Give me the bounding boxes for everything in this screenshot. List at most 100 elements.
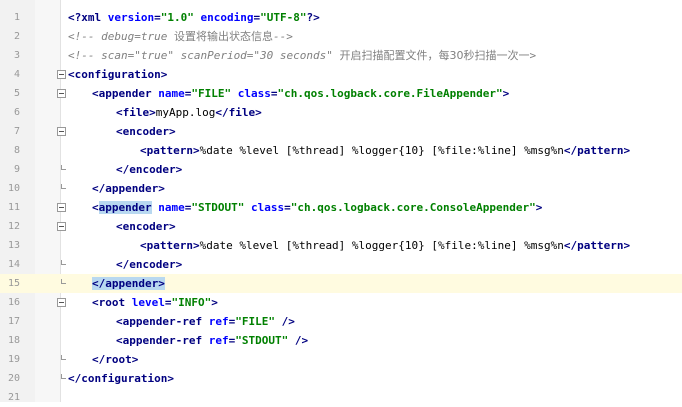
code-text[interactable]: <appender-ref ref="STDOUT" /> <box>116 331 308 350</box>
code-token: <!-- debug=true <box>68 30 174 43</box>
code-line[interactable]: 5 <appender name="FILE" class="ch.qos.log… <box>0 84 682 103</box>
code-token: %date %level [%thread] %logger{10} [%fil… <box>199 239 564 252</box>
fold-end-icon <box>57 279 66 288</box>
code-text[interactable]: <appender name="STDOUT" class="ch.qos.lo… <box>92 198 542 217</box>
code-token: /> <box>288 334 309 347</box>
code-text[interactable]: <root level="INFO"> <box>92 293 218 312</box>
code-line[interactable]: 6 <file>myApp.log</file> <box>0 103 682 122</box>
code-editor[interactable]: 1 <?xml version="1.0" encoding="UTF-8"?> 2… <box>0 0 682 403</box>
code-token: "STDOUT" <box>235 334 289 347</box>
code-text[interactable]: <encoder> <box>116 122 176 141</box>
code-token: </appender> <box>92 277 165 290</box>
line-number: 11 <box>7 202 20 213</box>
code-line[interactable]: 7 <encoder> <box>0 122 682 141</box>
code-token: /> <box>274 315 295 328</box>
code-token: "INFO" <box>171 296 212 309</box>
code-line[interactable]: 21 <box>0 388 682 407</box>
line-number: 17 <box>7 316 20 327</box>
fold-toggle-icon[interactable] <box>57 89 66 98</box>
fold-toggle-icon[interactable] <box>57 70 66 79</box>
line-number: 2 <box>13 31 20 42</box>
code-text[interactable]: <pattern>%date %level [%thread] %logger{… <box>140 141 630 160</box>
code-token: > <box>529 49 537 62</box>
code-token: --> <box>272 30 293 43</box>
code-token: ref <box>208 315 229 328</box>
code-token: > <box>502 87 510 100</box>
code-token: <appender <box>92 87 159 100</box>
code-text[interactable]: <!-- debug=true 设置将输出状态信息--> <box>68 27 293 46</box>
code-text[interactable]: <pattern>%date %level [%thread] %logger{… <box>140 236 630 255</box>
code-line[interactable]: 3 <!-- scan="true" scanPeriod="30 seconds… <box>0 46 682 65</box>
code-token: </appender> <box>92 182 165 195</box>
line-number: 1 <box>13 12 20 23</box>
code-line[interactable]: 15 </appender> <box>0 274 682 293</box>
code-token: <pattern> <box>140 239 200 252</box>
code-text[interactable]: <appender-ref ref="FILE" /> <box>116 312 295 331</box>
code-token: ?xml <box>74 11 108 24</box>
code-token: <configuration> <box>68 68 168 81</box>
fold-end-icon <box>57 355 66 364</box>
code-token: myApp.log <box>155 106 216 119</box>
code-line[interactable]: 20 </configuration> <box>0 369 682 388</box>
code-text[interactable]: </appender> <box>92 274 165 293</box>
code-token: > <box>211 296 218 309</box>
code-token: %date %level [%thread] %logger{10} [%fil… <box>199 144 564 157</box>
line-number: 15 <box>7 278 20 289</box>
code-token: "1.0" <box>160 11 194 24</box>
code-text[interactable]: </configuration> <box>68 369 174 388</box>
code-token: encoding <box>193 11 254 24</box>
line-number: 13 <box>7 240 20 251</box>
code-text[interactable]: <file>myApp.log</file> <box>116 103 262 122</box>
line-number: 6 <box>13 107 20 118</box>
code-text[interactable]: </root> <box>92 350 138 369</box>
line-number: 10 <box>7 183 20 194</box>
line-number: 20 <box>7 373 20 384</box>
fold-end-icon <box>57 184 66 193</box>
code-token: </encoder> <box>116 163 183 176</box>
line-number: 4 <box>13 69 20 80</box>
code-text[interactable]: <configuration> <box>68 65 167 84</box>
code-text[interactable]: <?xml version="1.0" encoding="UTF-8"?> <box>68 8 320 27</box>
fold-toggle-icon[interactable] <box>57 127 66 136</box>
code-token: > <box>313 11 320 24</box>
code-token: version <box>107 11 155 24</box>
code-token: </root> <box>92 353 139 366</box>
line-number: 14 <box>7 259 20 270</box>
fold-toggle-icon[interactable] <box>57 222 66 231</box>
code-line[interactable]: 14 </encoder> <box>0 255 682 274</box>
code-token: 设置将输出状态信息 <box>173 30 273 43</box>
code-token: <encoder> <box>116 220 176 233</box>
fold-toggle-icon[interactable] <box>57 298 66 307</box>
line-number: 12 <box>7 221 20 232</box>
code-line[interactable]: 1 <?xml version="1.0" encoding="UTF-8"?> <box>0 8 682 27</box>
code-line[interactable]: 10 </appender> <box>0 179 682 198</box>
code-text[interactable]: <appender name="FILE" class="ch.qos.logb… <box>92 84 509 103</box>
code-line[interactable]: 17 <appender-ref ref="FILE" /> <box>0 312 682 331</box>
code-token: class <box>231 87 271 100</box>
code-line[interactable]: 11 <appender name="STDOUT" class="ch.qos.… <box>0 198 682 217</box>
line-number: 7 <box>13 126 20 137</box>
code-token: = <box>284 201 291 214</box>
code-text[interactable]: <encoder> <box>116 217 176 236</box>
code-text[interactable]: </encoder> <box>116 255 182 274</box>
code-text[interactable]: </encoder> <box>116 160 182 179</box>
code-line[interactable]: 2 <!-- debug=true 设置将输出状态信息--> <box>0 27 682 46</box>
code-line[interactable]: 18 <appender-ref ref="STDOUT" /> <box>0 331 682 350</box>
code-line[interactable]: 4 <configuration> <box>0 65 682 84</box>
code-line[interactable]: 13 <pattern>%date %level [%thread] %logge… <box>0 236 682 255</box>
code-line[interactable]: 19 </root> <box>0 350 682 369</box>
code-token: name <box>151 201 185 214</box>
line-number: 8 <box>13 145 20 156</box>
fold-toggle-icon[interactable] <box>57 203 66 212</box>
code-line[interactable]: 9 </encoder> <box>0 160 682 179</box>
code-token: > <box>535 201 543 214</box>
fold-end-icon <box>57 374 66 383</box>
code-token: 开启扫描配置文件，每30秒扫描一次一 <box>339 49 530 62</box>
code-token: </pattern> <box>563 144 631 157</box>
code-line[interactable]: 8 <pattern>%date %level [%thread] %logger… <box>0 141 682 160</box>
code-token: class <box>244 201 285 214</box>
code-line[interactable]: 16 <root level="INFO"> <box>0 293 682 312</box>
code-text[interactable]: <!-- scan="true" scanPeriod="30 seconds"… <box>68 46 536 65</box>
code-text[interactable]: </appender> <box>92 179 165 198</box>
code-line[interactable]: 12 <encoder> <box>0 217 682 236</box>
